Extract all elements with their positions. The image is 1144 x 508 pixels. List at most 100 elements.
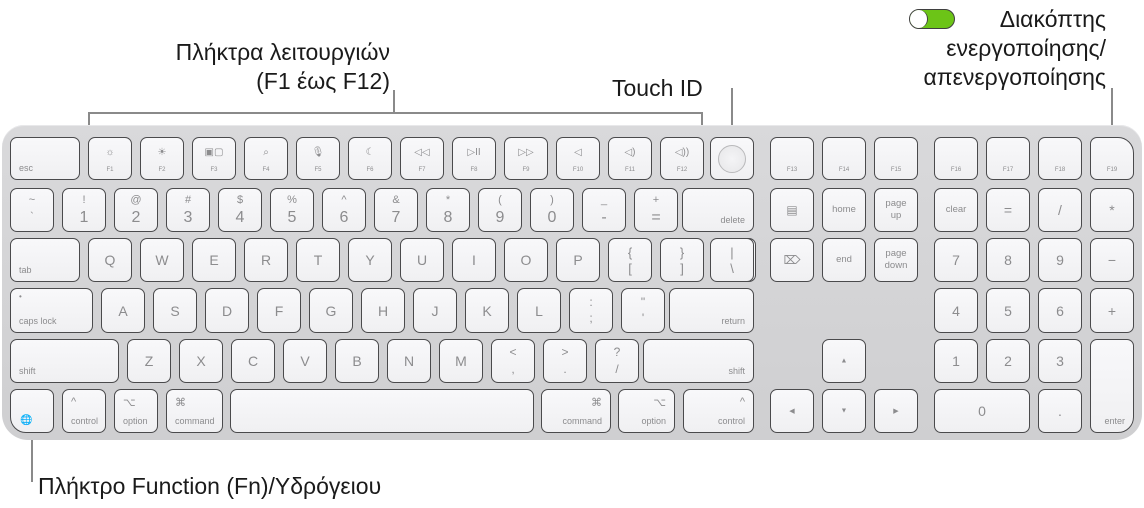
key-fn-globe[interactable]: 🌐 [10, 389, 54, 433]
key-esc[interactable]: esc [10, 137, 80, 180]
key-arrow-up[interactable]: ▲ [822, 339, 866, 383]
numpad-key-−[interactable]: − [1090, 238, 1134, 282]
key-h[interactable]: H [361, 288, 405, 333]
key-r[interactable]: R [244, 238, 288, 282]
key-caps-lock[interactable]: caps lock • [10, 288, 93, 333]
key-u[interactable]: U [400, 238, 444, 282]
numpad-key-0[interactable]: clear [934, 188, 978, 232]
numpad-key-0[interactable]: 0 [934, 389, 1030, 433]
key-t[interactable]: T [296, 238, 340, 282]
numpad-key-5[interactable]: 5 [986, 288, 1030, 333]
key-f16[interactable]: F16 [934, 137, 978, 180]
key-9[interactable]: (9 [478, 188, 522, 232]
key-punct-b0[interactable]: <, [491, 339, 535, 383]
numpad-key-3[interactable]: * [1090, 188, 1134, 232]
key-f9[interactable]: ▷▷ F9 [504, 137, 548, 180]
key-3[interactable]: #3 [166, 188, 210, 232]
key-arrow-down[interactable]: ▼ [822, 389, 866, 433]
key-w[interactable]: W [140, 238, 184, 282]
key-command-right[interactable]: ⌘ command [541, 389, 611, 433]
numpad-key-2[interactable]: / [1038, 188, 1082, 232]
key-shift-left[interactable]: shift [10, 339, 119, 383]
key-=[interactable]: + = [634, 188, 678, 232]
key-bracket-0[interactable]: {[ [608, 238, 652, 282]
key-punct-0[interactable]: :; [569, 288, 613, 333]
key-f11[interactable]: ◁) F11 [608, 137, 652, 180]
key-f18[interactable]: F18 [1038, 137, 1082, 180]
key-f3[interactable]: ▣▢ F3 [192, 137, 236, 180]
key-touch-id[interactable] [710, 137, 754, 180]
key-delete[interactable]: delete [682, 188, 754, 232]
key-punct-1[interactable]: " ' [621, 288, 665, 333]
key-punct-b2[interactable]: ? / [595, 339, 639, 383]
key-end[interactable]: end [822, 238, 866, 282]
numpad-key-1[interactable]: 1 [934, 339, 978, 383]
key-page-up[interactable]: page up [874, 188, 918, 232]
key-q[interactable]: Q [88, 238, 132, 282]
key-bracket-1[interactable]: }] [660, 238, 704, 282]
key-control-right[interactable]: ^ control [683, 389, 754, 433]
key-arrow-right[interactable]: ▶ [874, 389, 918, 433]
key-l[interactable]: L [517, 288, 561, 333]
key-option-right[interactable]: ⌥ option [618, 389, 675, 433]
key-5[interactable]: % 5 [270, 188, 314, 232]
key-command-left[interactable]: ⌘ command [166, 389, 223, 433]
key-8[interactable]: * 8 [426, 188, 470, 232]
key-f6[interactable]: ☾ F6 [348, 137, 392, 180]
numpad-key-3[interactable]: 3 [1038, 339, 1082, 383]
key-0[interactable]: ) 0 [530, 188, 574, 232]
key-shift-right[interactable]: shift [643, 339, 754, 383]
key-control-left[interactable]: ^ control [62, 389, 106, 433]
key-s[interactable]: S [153, 288, 197, 333]
key-m[interactable]: M [439, 339, 483, 383]
key-c[interactable]: C [231, 339, 275, 383]
key-punct-b1[interactable]: >. [543, 339, 587, 383]
numpad-key-dot[interactable]: . [1038, 389, 1082, 433]
key-b[interactable]: B [335, 339, 379, 383]
key-v[interactable]: V [283, 339, 327, 383]
key-page-down[interactable]: page down [874, 238, 918, 282]
key-f10[interactable]: ◁ F10 [556, 137, 600, 180]
key-f8[interactable]: ▷II F8 [452, 137, 496, 180]
key-forward-delete[interactable]: ⌦ [770, 238, 814, 282]
key-f7[interactable]: ◁◁ F7 [400, 137, 444, 180]
numpad-key-1[interactable]: = [986, 188, 1030, 232]
key-f13[interactable]: F13 [770, 137, 814, 180]
key-f15[interactable]: F15 [874, 137, 918, 180]
key-f12[interactable]: ◁)) F12 [660, 137, 704, 180]
key-f14[interactable]: F14 [822, 137, 866, 180]
key-return[interactable]: return [669, 288, 754, 333]
key-f19[interactable]: F19 [1090, 137, 1134, 180]
key-i[interactable]: I [452, 238, 496, 282]
key-f17[interactable]: F17 [986, 137, 1030, 180]
key-f5[interactable]: 🎙 F5 [296, 137, 340, 180]
key-option-left[interactable]: ⌥ option [114, 389, 158, 433]
key-arrow-left[interactable]: ◀ [770, 389, 814, 433]
key-e[interactable]: E [192, 238, 236, 282]
key-space[interactable] [230, 389, 534, 433]
key-z[interactable]: Z [127, 339, 171, 383]
key-f2[interactable]: ☀ F2 [140, 137, 184, 180]
key-home[interactable]: home [822, 188, 866, 232]
key-tab[interactable]: tab [10, 238, 80, 282]
key-6[interactable]: ^ 6 [322, 188, 366, 232]
key-backslash[interactable]: | \ [710, 238, 754, 282]
numpad-key-+[interactable]: + [1090, 288, 1134, 333]
key-j[interactable]: J [413, 288, 457, 333]
key-`[interactable]: ~ ` [10, 188, 54, 232]
numpad-key-7[interactable]: 7 [934, 238, 978, 282]
key-f[interactable]: F [257, 288, 301, 333]
key-a[interactable]: A [101, 288, 145, 333]
key-7[interactable]: & 7 [374, 188, 418, 232]
numpad-key-2[interactable]: 2 [986, 339, 1030, 383]
key-doc[interactable]: ▤ [770, 188, 814, 232]
numpad-key-4[interactable]: 4 [934, 288, 978, 333]
numpad-key-6[interactable]: 6 [1038, 288, 1082, 333]
key-n[interactable]: N [387, 339, 431, 383]
key--[interactable]: _ - [582, 188, 626, 232]
key-d[interactable]: D [205, 288, 249, 333]
key-f1[interactable]: ☼ F1 [88, 137, 132, 180]
key-o[interactable]: O [504, 238, 548, 282]
numpad-key-9[interactable]: 9 [1038, 238, 1082, 282]
key-2[interactable]: @2 [114, 188, 158, 232]
